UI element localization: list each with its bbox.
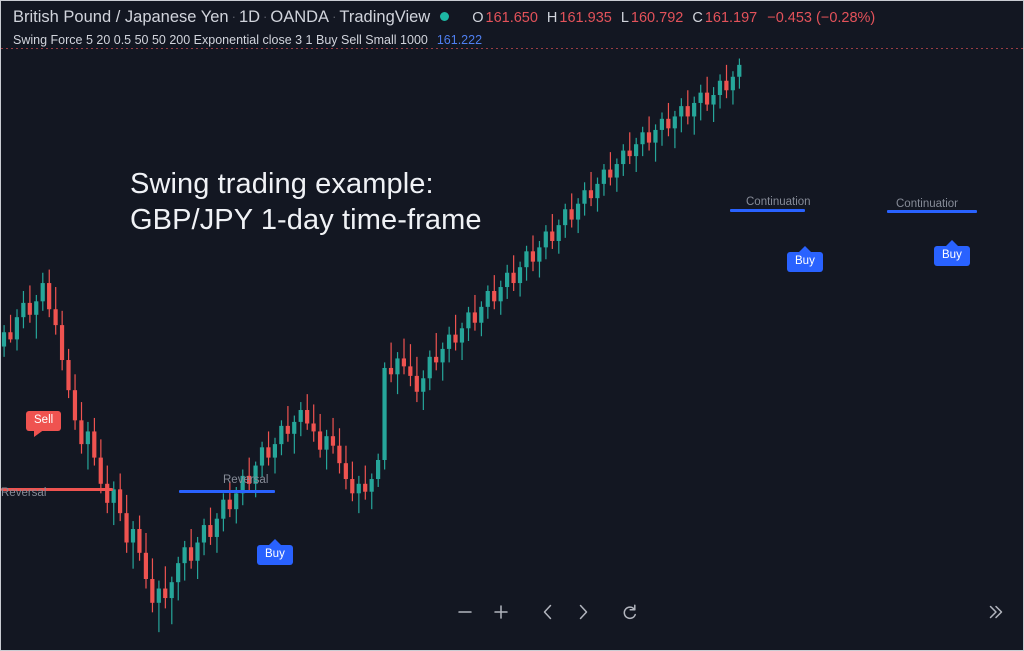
exchange-label[interactable]: OANDA	[270, 8, 329, 26]
sell-signal-left[interactable]: Sell	[26, 411, 62, 437]
scroll-right-button[interactable]	[566, 595, 600, 629]
buy-signal-continuation-1-pointer	[797, 246, 812, 253]
double-chevron-right-icon	[984, 601, 1006, 623]
legend-separator-1: ·	[231, 9, 236, 24]
close-label: C	[692, 10, 703, 26]
interval-label[interactable]: 1D	[239, 8, 260, 26]
high-label: H	[546, 10, 558, 26]
tradingview-chart-window: British Pound / Japanese Yen · 1D · OANDA · Tr…	[0, 0, 1024, 651]
change-value: −0.453 (−0.28%)	[767, 10, 876, 26]
buy-signal-continuation-1-label: Buy	[787, 246, 823, 272]
low-value: 160.792	[630, 10, 684, 26]
level-continuation-1-label: Continuation	[746, 196, 811, 208]
level-reversal-mid-label: Reversal	[223, 474, 269, 486]
market-status-dot	[440, 12, 450, 21]
scroll-to-realtime-button[interactable]	[978, 595, 1012, 629]
caption-line-2: GBP/JPY 1-day time-frame	[130, 204, 482, 236]
buy-signal-continuation-2-pointer	[944, 240, 959, 247]
sell-signal-left-label: Sell	[26, 411, 62, 437]
level-continuation-2-label: Continuation	[896, 198, 958, 210]
high-value: 161.935	[559, 10, 612, 26]
zoom-out-button[interactable]	[448, 595, 482, 629]
buy-signal-continuation-2-label: Buy	[934, 240, 970, 266]
chart-legend: British Pound / Japanese Yen · 1D · OANDA · Tr…	[1, 1, 1023, 49]
zoom-in-button[interactable]	[484, 595, 518, 629]
level-continuation-1[interactable]	[730, 209, 805, 212]
buy-signal-continuation-1[interactable]: Buy	[787, 246, 823, 272]
level-reversal-left-label: Reversal	[1, 487, 47, 499]
sell-signal-left-pointer	[34, 429, 45, 437]
chevron-left-icon	[537, 601, 559, 623]
level-reversal-mid[interactable]	[179, 490, 275, 493]
buy-signal-reversal[interactable]: Buy	[257, 539, 293, 565]
low-label: L	[620, 10, 629, 26]
indicator-legend-row[interactable]: Swing Force 5 20 0.5 50 50 200 Exponenti…	[13, 33, 482, 48]
caption-line-1: Swing trading example:	[130, 168, 434, 200]
buy-signal-reversal-pointer	[267, 539, 282, 546]
legend-separator-2: ·	[263, 9, 268, 24]
reset-chart-button[interactable]	[613, 595, 647, 629]
reset-icon	[619, 601, 641, 623]
minus-icon	[454, 601, 476, 623]
chevron-right-icon	[572, 601, 594, 623]
scroll-left-button[interactable]	[531, 595, 565, 629]
symbol-legend-row: British Pound / Japanese Yen · 1D · OANDA · Tr…	[13, 7, 875, 28]
indicator-title[interactable]: Swing Force 5 20 0.5 50 50 200 Exponenti…	[13, 33, 428, 47]
close-value: 161.197	[704, 10, 758, 26]
header-divider	[1, 48, 1023, 49]
price-chart[interactable]	[1, 49, 1023, 650]
indicator-value: 161.222	[436, 33, 483, 47]
buy-signal-reversal-label: Buy	[257, 539, 293, 565]
ohlc-values: O 161.650 H 161.935 L 160.792 C 161.197 −0.453 (…	[463, 10, 875, 26]
plus-icon	[490, 601, 512, 623]
source-label: TradingView	[339, 8, 431, 26]
open-value: 161.650	[485, 10, 538, 26]
symbol-title[interactable]: British Pound / Japanese Yen	[13, 8, 229, 26]
buy-signal-continuation-2[interactable]: Buy	[934, 240, 970, 266]
legend-separator-3: ·	[332, 9, 337, 24]
open-label: O	[472, 10, 484, 26]
chart-bottom-toolbar	[1, 594, 1023, 630]
candlestick-series	[1, 58, 742, 633]
chart-caption: Swing trading example: GBP/JPY 1-day tim…	[130, 166, 482, 238]
